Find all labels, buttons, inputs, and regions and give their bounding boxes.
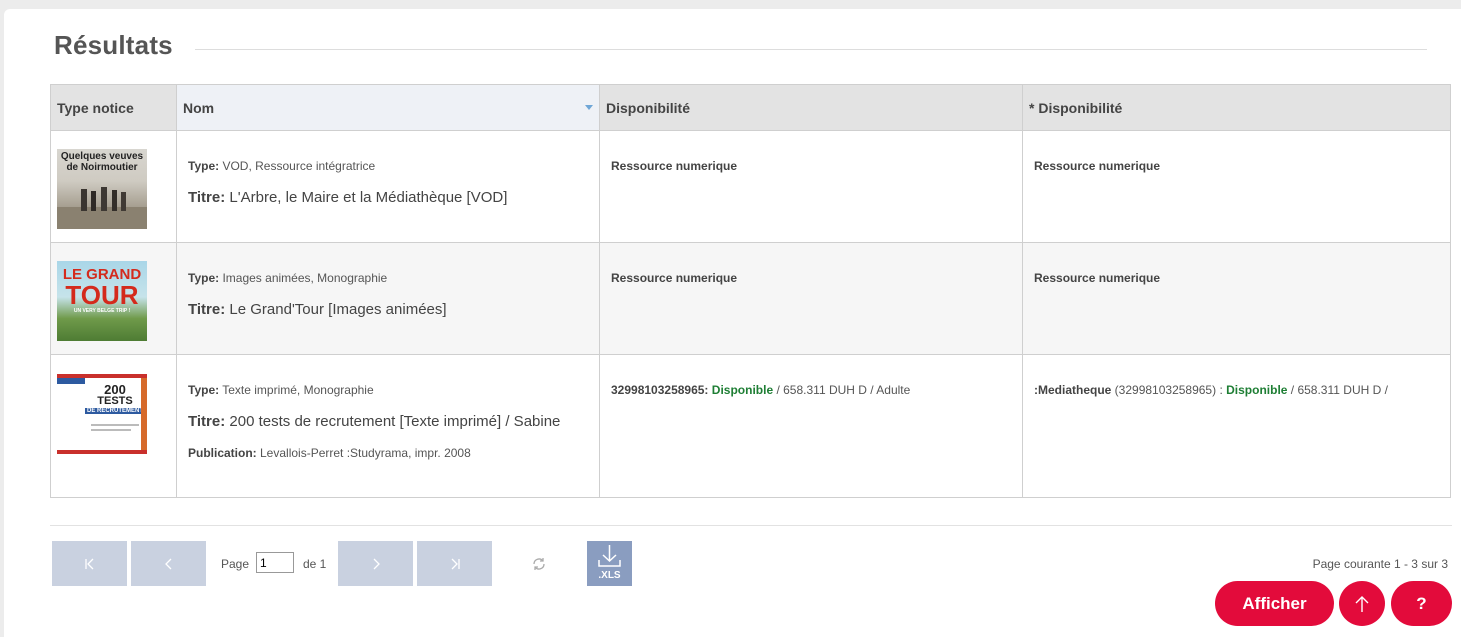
table-row: Quelques veuves de Noirmoutier Type: VOD… — [50, 130, 1451, 243]
notice-title-link[interactable]: Titre: Le Grand'Tour [Images animées] — [188, 301, 599, 318]
column-header-disponibilite[interactable]: Disponibilité — [599, 84, 1023, 131]
cover-title: 200 TESTS DE RECRUTEMENT — [85, 382, 145, 414]
notice-publication: Publication: Levallois-Perret :Studyrama… — [188, 446, 471, 460]
table-row: LE GRAND TOUR UN VERY BELGE TRIP ! Type:… — [50, 242, 1451, 355]
availability-text: 32998103258965: Disponible / 658.311 DUH… — [611, 383, 911, 397]
notice-title-link[interactable]: Titre: L'Arbre, le Maire et la Médiathèq… — [188, 189, 599, 206]
arrow-up-icon — [1355, 595, 1369, 612]
cover-figures — [57, 187, 147, 229]
cover-title: LE GRAND TOUR UN VERY BELGE TRIP ! — [62, 266, 142, 314]
last-page-button[interactable] — [417, 541, 492, 586]
availability-text-2: Ressource numerique — [1034, 159, 1161, 173]
page-status: Page courante 1 - 3 sur 3 — [1312, 557, 1448, 571]
page-total-label: de 1 — [303, 557, 327, 571]
chevron-left-icon — [164, 558, 171, 569]
table-header-row: Type notice Nom Disponibilité * Disponib… — [50, 84, 1451, 131]
footer-divider — [50, 525, 1452, 526]
page-label: Page — [221, 557, 250, 571]
chevron-right-icon — [373, 558, 380, 569]
table-row: 200 TESTS DE RECRUTEMENT Type: Texte imp… — [50, 354, 1451, 498]
availability-text-2: Ressource numerique — [1034, 271, 1161, 285]
availability-text: Ressource numerique — [611, 159, 738, 173]
export-xls-button[interactable]: .XLS — [587, 541, 632, 586]
previous-page-button[interactable] — [131, 541, 206, 586]
last-page-icon — [451, 558, 460, 569]
notice-type: Type: VOD, Ressource intégratrice — [188, 159, 376, 173]
heading-divider — [195, 49, 1427, 50]
column-header-nom[interactable]: Nom — [176, 84, 600, 131]
column-header-disponibilite-2[interactable]: * Disponibilité — [1022, 84, 1451, 131]
availability-text: Ressource numerique — [611, 271, 738, 285]
next-page-button[interactable] — [338, 541, 413, 586]
notice-title-link[interactable]: Titre: 200 tests de recrutement [Texte i… — [188, 413, 599, 430]
xls-label: .XLS — [598, 570, 621, 581]
scroll-top-button[interactable] — [1339, 581, 1385, 626]
availability-text-2: :Mediatheque (32998103258965) : Disponib… — [1034, 383, 1388, 397]
results-heading: Résultats — [54, 30, 1427, 70]
cover-image[interactable]: 200 TESTS DE RECRUTEMENT — [57, 374, 147, 454]
results-table: Type notice Nom Disponibilité * Disponib… — [50, 84, 1451, 498]
refresh-icon — [533, 558, 545, 570]
page-number-input[interactable] — [256, 552, 294, 573]
afficher-button[interactable]: Afficher — [1215, 581, 1334, 626]
first-page-icon — [84, 558, 93, 569]
help-button[interactable]: ? — [1391, 581, 1452, 626]
first-page-button[interactable] — [52, 541, 127, 586]
notice-type: Type: Texte imprimé, Monographie — [188, 383, 374, 397]
section-title: Résultats — [54, 30, 173, 60]
cover-image[interactable]: Quelques veuves de Noirmoutier — [57, 149, 147, 229]
cover-image[interactable]: LE GRAND TOUR UN VERY BELGE TRIP ! — [57, 261, 147, 341]
column-header-type-notice[interactable]: Type notice — [50, 84, 177, 131]
column-header-nom-label: Nom — [183, 99, 215, 116]
notice-type: Type: Images animées, Monographie — [188, 271, 388, 285]
refresh-button[interactable] — [530, 555, 548, 573]
sort-desc-icon[interactable] — [585, 105, 593, 110]
